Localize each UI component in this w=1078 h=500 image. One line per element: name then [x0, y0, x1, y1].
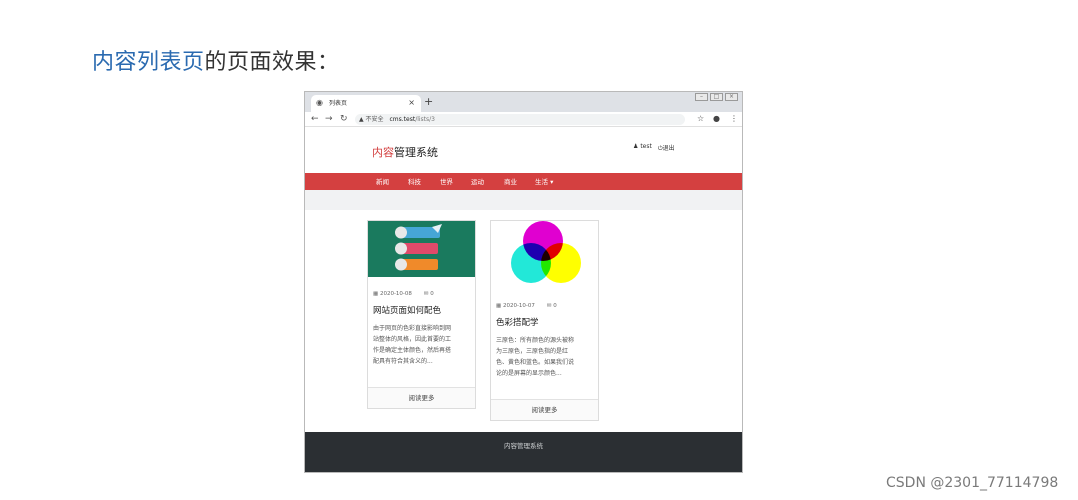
site-brand[interactable]: 内容管理系统 — [372, 144, 438, 160]
nav-item-sports[interactable]: 运动 — [471, 178, 484, 186]
url-host: cms.test — [389, 116, 416, 123]
account-icon[interactable]: ● — [713, 114, 720, 124]
card-meta: ▦ 2020-10-07 ✉ 0 — [496, 303, 557, 309]
card-desc-line: 论的是屏幕的显示颜色... — [496, 370, 562, 377]
site-header: 内容管理系统 ♟ test ⏻退出 — [305, 128, 742, 173]
close-window-icon[interactable]: × — [725, 93, 738, 101]
calendar-icon: ▦ — [496, 303, 502, 309]
watermark: CSDN @2301_77114798 — [886, 475, 1059, 491]
site-footer: 内容管理系统 — [305, 432, 742, 472]
nav-item-news[interactable]: 新闻 — [376, 178, 389, 186]
heading-rest-text: 的页面效果： — [204, 50, 340, 75]
nav-item-world[interactable]: 世界 — [440, 178, 453, 186]
logout-label: 退出 — [662, 145, 675, 152]
tab-close-icon[interactable]: × — [408, 98, 415, 108]
url-warning: 不安全 — [365, 116, 384, 123]
card-comments: ✉ 0 — [547, 303, 557, 309]
browser-screenshot: ◉ 列表页 × + – □ × ← → ↻ ▲ 不安全 cms.test/lis… — [304, 91, 743, 473]
maximize-icon[interactable]: □ — [710, 93, 723, 101]
browser-tab[interactable]: ◉ 列表页 × — [311, 95, 421, 112]
url-input[interactable]: ▲ 不安全 cms.test/lists/3 — [355, 114, 685, 125]
back-icon[interactable]: ← — [311, 114, 319, 124]
user-box: ♟ test ⏻退出 — [633, 143, 675, 153]
window-controls: – □ × — [695, 93, 738, 101]
card-desc-line: 作是确定主体颜色，然后再搭 — [373, 347, 452, 354]
forward-icon[interactable]: → — [325, 114, 333, 124]
card-date-value: 2020-10-08 — [379, 291, 412, 297]
card-comments: ✉ 0 — [424, 291, 434, 297]
card-desc-line: 由于网页的色彩直接影响到网 — [373, 325, 452, 332]
star-icon[interactable]: ☆ — [697, 114, 704, 124]
comments-icon: ✉ — [546, 303, 552, 309]
globe-icon: ◉ — [316, 98, 323, 107]
user-icon: ♟ — [633, 143, 639, 150]
card-meta: ▦ 2020-10-08 ✉ 0 — [373, 291, 434, 297]
nav-item-life[interactable]: 生活 ▾ — [535, 178, 553, 186]
read-more-button[interactable]: 阅读更多 — [491, 399, 598, 420]
calendar-icon: ▦ — [373, 291, 379, 297]
infographic-banners-image — [368, 221, 475, 277]
card-date: ▦ 2020-10-08 — [373, 291, 412, 297]
article-card: ▦ 2020-10-07 ✉ 0 色彩搭配学 三原色：所有颜色的源头被称 为三原… — [490, 220, 599, 421]
comments-icon: ✉ — [423, 291, 429, 297]
card-title[interactable]: 色彩搭配学 — [496, 316, 539, 328]
card-title[interactable]: 网站页面如何配色 — [373, 304, 441, 316]
browser-tab-bar: ◉ 列表页 × + – □ × — [305, 92, 742, 112]
page-heading: 内容列表页的页面效果： — [92, 44, 340, 76]
card-desc-line: 配具有符合其含义的... — [373, 358, 433, 365]
card-date-value: 2020-10-07 — [502, 303, 535, 309]
user-link[interactable]: ♟ test — [633, 143, 652, 153]
warning-icon: ▲ — [359, 116, 364, 123]
main-nav: 新闻 科技 世界 运动 商业 生活 ▾ — [305, 173, 742, 190]
reload-icon[interactable]: ↻ — [340, 114, 348, 124]
logout-link[interactable]: ⏻退出 — [658, 143, 675, 153]
tab-title: 列表页 — [329, 100, 348, 107]
brand-accent: 内容 — [372, 146, 394, 159]
card-comments-value: 0 — [553, 303, 557, 309]
brand-rest: 管理系统 — [394, 146, 438, 159]
menu-icon[interactable]: ⋮ — [730, 114, 738, 124]
content-band — [305, 190, 742, 210]
new-tab-button[interactable]: + — [424, 96, 433, 108]
nav-item-tech[interactable]: 科技 — [408, 178, 421, 186]
card-description: 由于网页的色彩直接影响到网 站整体的风格，因此首要的工 作是确定主体颜色，然后再… — [373, 323, 471, 367]
card-desc-line: 站整体的风格，因此首要的工 — [373, 336, 452, 343]
minimize-icon[interactable]: – — [695, 93, 708, 101]
card-description: 三原色：所有颜色的源头被称 为三原色，三原色指的是红 色、黄色和蓝色。如果我们说… — [496, 335, 594, 379]
caret-down-icon: ▾ — [550, 178, 554, 186]
nav-item-life-label: 生活 — [535, 178, 548, 186]
article-card: ▦ 2020-10-08 ✉ 0 网站页面如何配色 由于网页的色彩直接影响到网 … — [367, 220, 476, 409]
heading-link-text[interactable]: 内容列表页 — [92, 50, 205, 75]
address-bar: ← → ↻ ▲ 不安全 cms.test/lists/3 ☆ ● ⋮ — [305, 112, 742, 127]
card-desc-line: 色、黄色和蓝色。如果我们说 — [496, 359, 575, 366]
card-date: ▦ 2020-10-07 — [496, 303, 535, 309]
color-circles-image — [491, 221, 598, 289]
card-desc-line: 为三原色，三原色指的是红 — [496, 348, 569, 355]
url-path: /lists/3 — [415, 116, 435, 123]
user-name: test — [640, 143, 652, 150]
card-desc-line: 三原色：所有颜色的源头被称 — [496, 337, 575, 344]
read-more-button[interactable]: 阅读更多 — [368, 387, 475, 408]
card-comments-value: 0 — [430, 291, 434, 297]
nav-item-business[interactable]: 商业 — [504, 178, 517, 186]
